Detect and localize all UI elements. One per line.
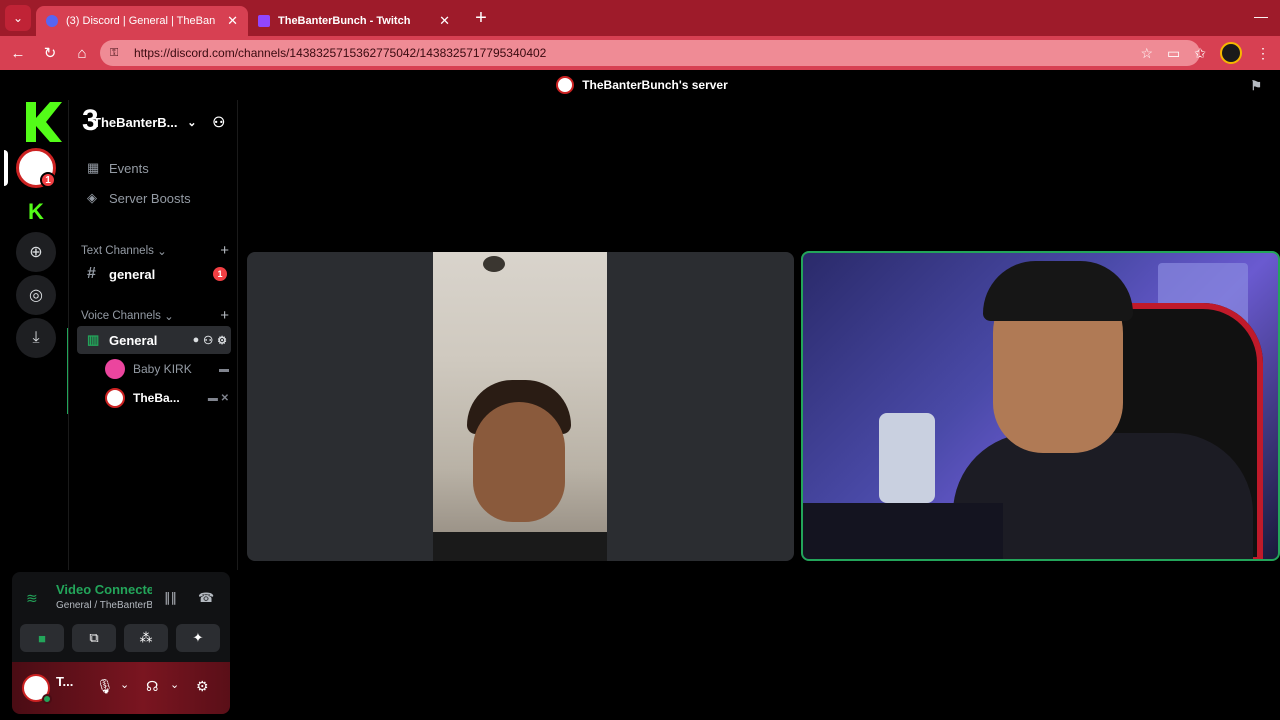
boost-icon: ◈ [87,190,97,205]
discover-icon[interactable]: ◎ [16,275,56,315]
guild-name: TheBanterB... [93,114,178,130]
video-face [473,402,565,522]
voice-channel-tools: ● ⚇ ⚙ [193,334,227,347]
inbox-icon[interactable]: ⚑ [1250,78,1262,94]
favorites-icon[interactable]: ✩ [1194,45,1206,62]
selected-guild-pill [4,150,8,186]
voice-location[interactable]: General / TheBanterBunch's server [56,600,152,611]
server-title-bar: TheBanterBunch's server ⚑ [4,70,1280,100]
text-channels-category[interactable]: Text Channels ⌄ + [81,242,229,259]
events-item[interactable]: ▦ Events [77,154,231,182]
screen-share-button[interactable]: ⧉ [72,624,116,652]
video-tile-banterbunch[interactable] [801,251,1280,561]
channel-general-text[interactable]: # general 1 [77,260,231,288]
guild-kick[interactable]: K [16,192,56,232]
url-text: https://discord.com/channels/14383257153… [134,46,547,60]
calendar-icon: ▦ [87,160,100,175]
star-icon[interactable]: ☆ [1140,45,1153,62]
server-boosts-item[interactable]: ◈ Server Boosts [77,184,231,212]
tab-discord[interactable]: (3) Discord | General | TheBan ✕ [36,6,248,36]
home-icon[interactable]: ⌂ [66,45,98,62]
chevron-down-icon[interactable]: ⌄ [187,116,196,129]
address-bar-icons: ☆ ▭ ✩ ⋮ [1140,42,1270,64]
speaker-icon: ▥ [87,332,100,347]
voice-channels-category[interactable]: Voice Channels ⌄ + [81,307,229,324]
reload-icon[interactable]: ↻ [34,44,66,62]
voice-user-baby-kirk[interactable]: Baby KIRK ▬ [105,356,229,382]
close-icon[interactable]: ✕ [439,13,450,29]
browser-tab-bar: ⌄ (3) Discord | General | TheBan ✕ TheBa… [0,0,1280,36]
twitch-favicon-icon [258,15,270,27]
tumbler-cup [879,413,935,503]
address-toolbar: ← ↻ ⌂ ⚿ https://discord.com/channels/143… [0,36,1280,70]
guild-mention-badge: 1 [40,172,56,188]
add-server-icon[interactable]: ⊕ [16,232,56,272]
voice-connected-indicator [67,328,68,414]
voice-status[interactable]: Video Connected [56,582,152,597]
profile-avatar[interactable] [1220,42,1242,64]
signal-icon: ≋ [26,590,38,606]
invite-icon[interactable]: ⚇ [203,334,213,347]
chevron-down-icon[interactable]: ⌄ [170,678,179,691]
video-shirt [433,532,607,561]
server-icon [556,76,575,94]
discord-favicon-icon [46,15,58,27]
site-info-icon[interactable]: ⚿ [110,47,126,60]
video-tile-baby-kirk[interactable] [247,252,794,561]
add-channel-icon[interactable]: + [220,307,229,324]
video-cap [983,261,1133,321]
noise-suppression-icon[interactable]: ∥∥ [164,590,177,606]
chat-icon[interactable]: ● [193,334,200,347]
invite-people-icon[interactable]: ⚇ [212,114,225,131]
add-channel-icon[interactable]: + [220,242,229,259]
back-icon[interactable]: ← [2,45,34,62]
url-field[interactable]: ⚿ https://discord.com/channels/143832571… [100,40,1200,66]
microphone-icon[interactable]: 🎙 [96,678,114,695]
voice-channel-general[interactable]: ▥ General ● ⚇ ⚙ [77,326,231,354]
headphones-icon[interactable]: ☊ [146,678,158,695]
avatar [105,388,125,408]
new-tab-button[interactable]: + [466,7,496,30]
video-feed [433,252,607,561]
video-desk [803,503,1003,559]
online-status-icon [42,694,52,704]
video-icon: ▬ ✕ [207,392,229,404]
unread-badge: 1 [213,267,227,281]
chevron-down-icon: ⌄ [5,5,31,31]
camera-icon[interactable]: ▭ [1167,45,1180,62]
minimize-icon[interactable]: — [1254,8,1268,24]
avatar [105,359,125,379]
gear-icon[interactable]: ⚙ [217,334,227,347]
disconnect-icon[interactable]: ☎ [198,590,214,606]
guild-header[interactable]: TheBanterB... ⌄ ⚇ [69,100,239,144]
guild-rail: 1 K ⊕ ◎ ⤓ [4,100,68,570]
voice-user-banterbunch[interactable]: TheBa... ▬ ✕ [105,385,229,411]
username[interactable]: T... [56,674,73,689]
chevron-down-icon[interactable]: ⌄ [120,678,129,691]
activities-button[interactable]: ⁂ [124,624,168,652]
soundboard-button[interactable]: ✦ [176,624,220,652]
guild-banterbunch[interactable]: 1 [16,148,56,188]
voice-connection-panel: ≋ Video Connected General / TheBanterBun… [12,572,230,662]
gear-icon[interactable]: ⚙ [196,678,209,695]
download-icon[interactable]: ⤓ [16,318,56,358]
user-panel: T... 🎙 ⌄ ☊ ⌄ ⚙ [12,662,230,714]
close-icon[interactable]: ✕ [227,13,238,29]
video-icon: ▬ [219,363,229,375]
more-icon[interactable]: ⋮ [1256,45,1270,62]
ceiling-fixture [483,256,505,272]
tab-menu-button[interactable]: ⌄ [0,0,36,36]
camera-button[interactable]: ■ [20,624,64,652]
hash-icon: # [87,265,96,282]
tab-twitch[interactable]: TheBanterBunch - Twitch ✕ [248,6,460,36]
server-title: TheBanterBunch's server [582,78,728,92]
channel-sidebar: TheBanterB... ⌄ ⚇ ▦ Events ◈ Server Boos… [68,100,238,570]
